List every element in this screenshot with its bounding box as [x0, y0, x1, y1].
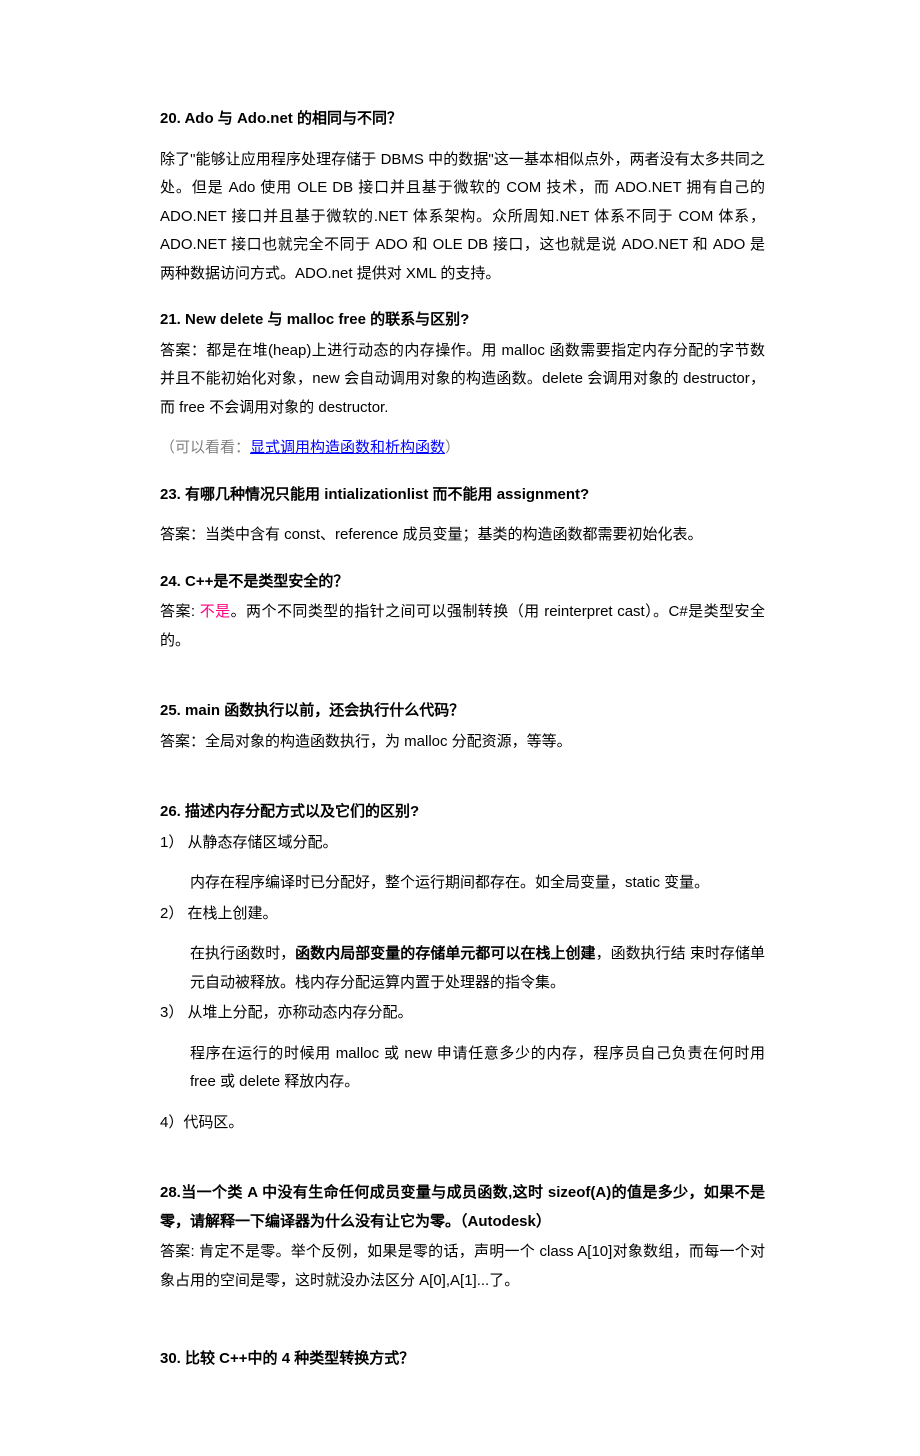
- q26-item3: 3） 从堆上分配，亦称动态内存分配。: [160, 999, 765, 1028]
- q26-item3-body: 程序在运行的时候用 malloc 或 new 申请任意多少的内存，程序员自己负责…: [160, 1040, 765, 1097]
- q23-title: 23. 有哪几种情况只能用 intializationlist 而不能用 ass…: [160, 481, 765, 510]
- q25-title: 25. main 函数执行以前，还会执行什么代码？: [160, 697, 765, 726]
- q24-body: 答案: 不是。两个不同类型的指针之间可以强制转换（用 reinterpret c…: [160, 598, 765, 655]
- q25-body: 答案：全局对象的构造函数执行，为 malloc 分配资源，等等。: [160, 728, 765, 757]
- q21-body: 答案：都是在堆(heap)上进行动态的内存操作。用 malloc 函数需要指定内…: [160, 337, 765, 423]
- q26-item2-body: 在执行函数时，函数内局部变量的存储单元都可以在栈上创建，函数执行结 束时存储单元…: [160, 940, 765, 997]
- q23-body: 答案：当类中含有 const、reference 成员变量；基类的构造函数都需要…: [160, 521, 765, 550]
- q26-item2-prefix: 在执行函数时，: [190, 945, 295, 962]
- q21-note-suffix: ）: [445, 439, 460, 456]
- q28-body: 答案: 肯定不是零。举个反例，如果是零的话，声明一个 class A[10]对象…: [160, 1238, 765, 1295]
- q26-item1: 1） 从静态存储区域分配。: [160, 829, 765, 858]
- q26-title: 26. 描述内存分配方式以及它们的区别?: [160, 798, 765, 827]
- q21-note: （可以看看：显式调用构造函数和析构函数）: [160, 434, 765, 463]
- q30-title: 30. 比较 C++中的 4 种类型转换方式？: [160, 1345, 765, 1374]
- document-page: 20. Ado 与 Ado.net 的相同与不同？ 除了"能够让应用程序处理存储…: [0, 0, 920, 1456]
- q24-title: 24. C++是不是类型安全的？: [160, 568, 765, 597]
- q21-note-link[interactable]: 显式调用构造函数和析构函数: [250, 439, 445, 456]
- q26-item2: 2） 在栈上创建。: [160, 900, 765, 929]
- q20-title: 20. Ado 与 Ado.net 的相同与不同？: [160, 105, 765, 134]
- q24-suffix: 。两个不同类型的指针之间可以强制转换（用 reinterpret cast）。C…: [160, 603, 765, 649]
- q24-prefix: 答案:: [160, 603, 200, 620]
- q28-title: 28.当一个类 A 中没有生命任何成员变量与成员函数,这时 sizeof(A)的…: [160, 1179, 765, 1236]
- q20-body: 除了"能够让应用程序处理存储于 DBMS 中的数据"这一基本相似点外，两者没有太…: [160, 146, 765, 289]
- q24-red: 不是: [200, 603, 231, 620]
- q26-item4: 4）代码区。: [160, 1109, 765, 1138]
- q21-title: 21. New delete 与 malloc free 的联系与区别?: [160, 306, 765, 335]
- q26-item2-bold: 函数内局部变量的存储单元都可以在栈上创建: [295, 945, 595, 962]
- q26-item1-body: 内存在程序编译时已分配好，整个运行期间都存在。如全局变量，static 变量。: [160, 869, 765, 898]
- q21-note-prefix: （可以看看：: [160, 439, 250, 456]
